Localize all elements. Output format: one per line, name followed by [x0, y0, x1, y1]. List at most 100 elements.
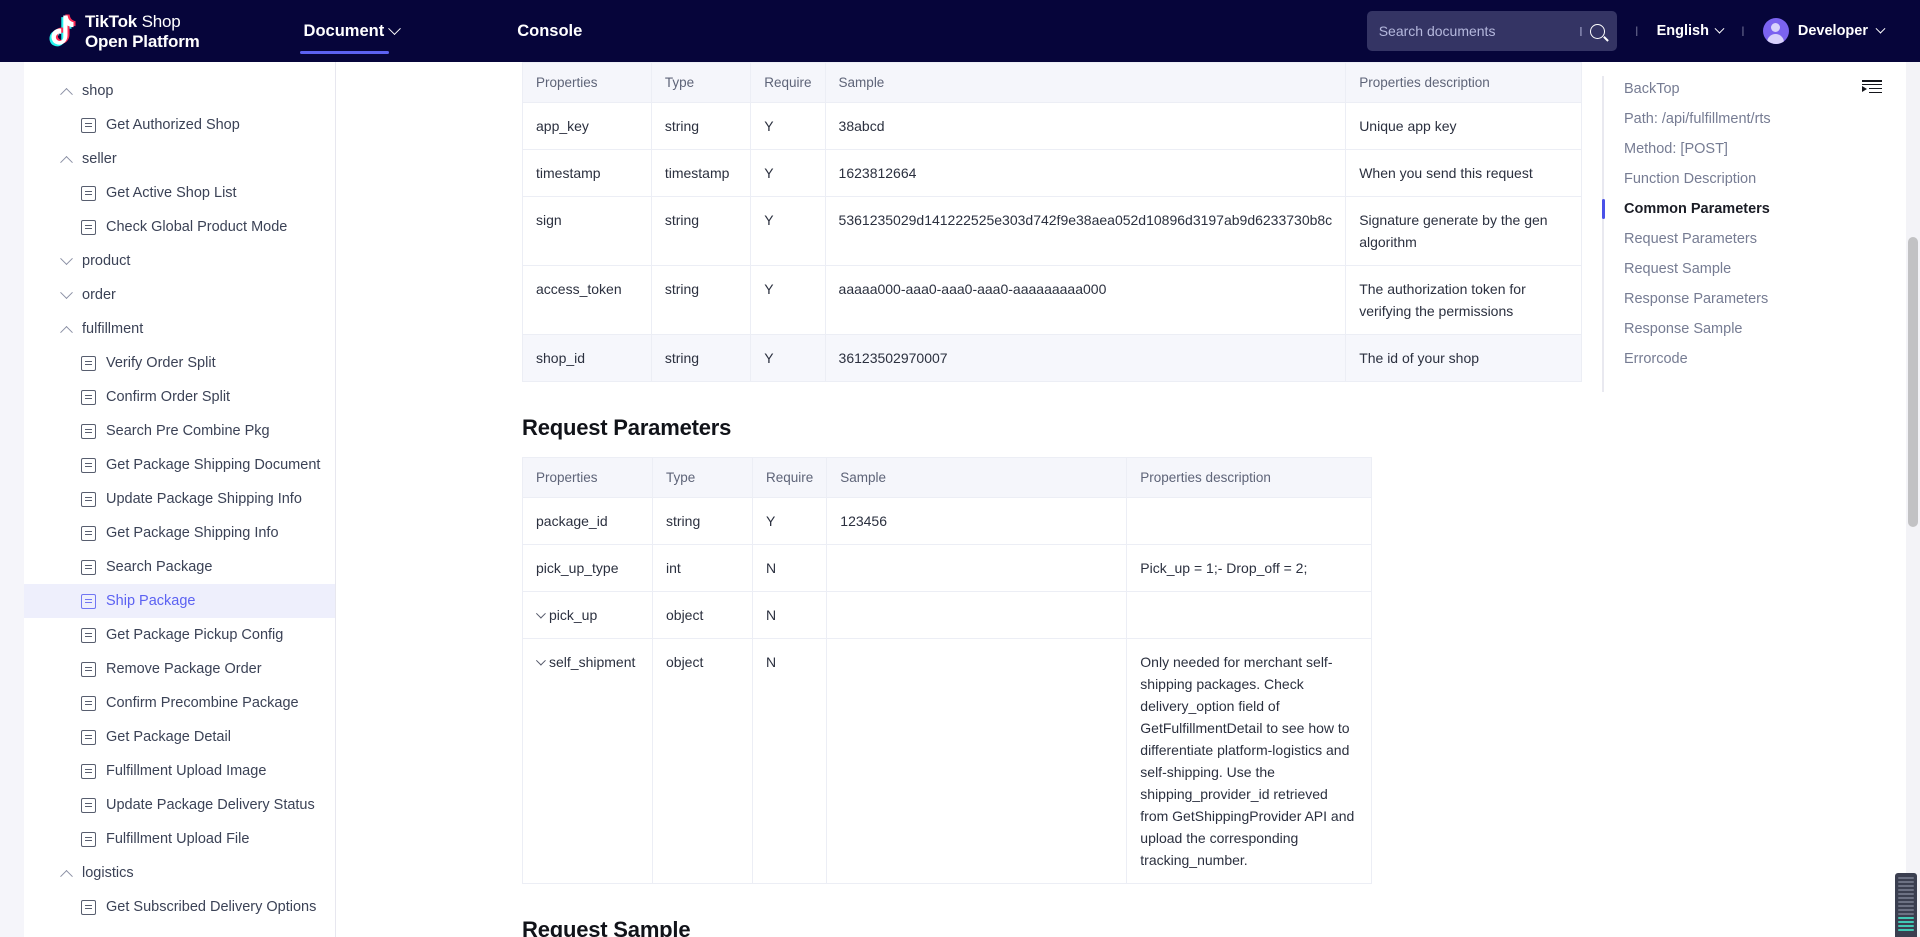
sidebar-item-label: Ship Package	[106, 593, 196, 609]
cell-require: Y	[750, 102, 826, 150]
sidebar-item-remove-package-order[interactable]: Remove Package Order	[24, 652, 335, 686]
nav-tab-document-label: Document	[303, 21, 385, 40]
sidebar-item-get-package-pickup-config[interactable]: Get Package Pickup Config	[24, 618, 335, 652]
document-icon	[81, 117, 96, 133]
toc-item-request-sample[interactable]: Request Sample	[1582, 254, 1920, 284]
sidebar-group-shop[interactable]: shop	[24, 74, 335, 108]
cell-description: The authorization token for verifying th…	[1345, 265, 1582, 335]
cell-sample: 1623812664	[824, 149, 1347, 197]
cell-require: N	[751, 638, 828, 884]
nav-tab-console[interactable]: Console	[513, 0, 586, 62]
sidebar-item-label: Get Authorized Shop	[106, 117, 240, 133]
sidebar-item-label: Remove Package Order	[106, 661, 262, 677]
nav-tab-document[interactable]: Document	[299, 0, 404, 62]
cell-type: int	[652, 544, 753, 592]
page-scrollbar-thumb[interactable]	[1908, 237, 1918, 527]
table-row: pick_up_type int N Pick_up = 1;- Drop_off =…	[522, 544, 1373, 592]
brand-line1-bold: TikTok	[85, 11, 138, 31]
sidebar-item-update-package-shipping-info[interactable]: Update Package Shipping Info	[24, 482, 335, 516]
sidebar-item-search-pre-combine-pkg[interactable]: Search Pre Combine Pkg	[24, 414, 335, 448]
sidebar-item-get-package-detail[interactable]: Get Package Detail	[24, 720, 335, 754]
separator-2: I	[1740, 23, 1745, 39]
sidebar-item-get-authorized-shop[interactable]: Get Authorized Shop	[24, 108, 335, 142]
cell-description: Signature generate by the gen algorithm	[1345, 196, 1582, 266]
search-icon[interactable]	[1589, 23, 1605, 39]
sidebar-group-logistics[interactable]: logistics	[24, 856, 335, 890]
sidebar-group-fulfillment[interactable]: fulfillment	[24, 312, 335, 346]
brand-name: TikTok Shop Open Platform	[85, 13, 200, 50]
sidebar-item-label: Get Active Shop List	[106, 185, 237, 201]
sidebar-item-get-package-shipping-document[interactable]: Get Package Shipping Document	[24, 448, 335, 482]
sidebar-item-ship-package[interactable]: Ship Package	[24, 584, 335, 618]
cell-type: string	[650, 265, 752, 335]
cell-properties: shop_id	[522, 334, 652, 382]
cell-description	[1126, 497, 1373, 545]
cell-description	[1126, 591, 1373, 639]
chevron-down-icon[interactable]	[535, 655, 546, 666]
toc-item-label: Path: /api/fulfillment/rts	[1624, 111, 1771, 127]
toc-item-label: Function Description	[1624, 171, 1757, 187]
code-minimap[interactable]	[1895, 873, 1917, 937]
sidebar-item-label: Update Package Shipping Info	[106, 491, 302, 507]
brand-line1-light: Shop	[141, 11, 181, 31]
page-scrollbar-track[interactable]	[1906, 62, 1920, 937]
cell-properties: pick_up	[522, 591, 653, 639]
nav-tab-console-label: Console	[517, 21, 583, 40]
sidebar-group-order[interactable]: order	[24, 278, 335, 312]
brand-line2: Open Platform	[85, 31, 200, 51]
toc-item-request-parameters[interactable]: Request Parameters	[1582, 224, 1920, 254]
column-header-require: Require	[751, 457, 828, 498]
sidebar-group-product[interactable]: product	[24, 244, 335, 278]
toc-item-response-parameters[interactable]: Response Parameters	[1582, 284, 1920, 314]
toc-item-method-post[interactable]: Method: [POST]	[1582, 134, 1920, 164]
table-row: self_shipment object N Only needed for merc…	[522, 638, 1373, 884]
sidebar-item-label: Get Package Shipping Document	[106, 457, 321, 473]
sidebar-item-get-subscribed-delivery-options[interactable]: Get Subscribed Delivery Options	[24, 890, 335, 924]
column-header-properties: Properties	[522, 62, 652, 103]
sidebar-item-search-package[interactable]: Search Package	[24, 550, 335, 584]
toc-item-label: Request Parameters	[1624, 231, 1757, 247]
toc-item-path-api-fulfillment-rts[interactable]: Path: /api/fulfillment/rts	[1582, 104, 1920, 134]
toc-item-backtop[interactable]: BackTop	[1582, 74, 1920, 104]
sidebar-item-label: Verify Order Split	[106, 355, 216, 371]
toc-item-response-sample[interactable]: Response Sample	[1582, 314, 1920, 344]
toc-item-errorcode[interactable]: Errorcode	[1582, 344, 1920, 374]
user-menu[interactable]: Developer	[1762, 18, 1886, 44]
sidebar-item-check-global-product-mode[interactable]: Check Global Product Mode	[24, 210, 335, 244]
cell-description: When you send this request	[1345, 149, 1582, 197]
search-box[interactable]: Search documents I	[1366, 11, 1617, 51]
header-nav: Document Console	[299, 0, 587, 62]
sidebar-item-fulfillment-upload-image[interactable]: Fulfillment Upload Image	[24, 754, 335, 788]
cell-sample: 123456	[826, 497, 1128, 545]
sidebar-item-confirm-precombine-package[interactable]: Confirm Precombine Package	[24, 686, 335, 720]
toc-item-common-parameters[interactable]: Common Parameters	[1582, 194, 1920, 224]
sidebar-group-label: logistics	[82, 865, 134, 881]
cell-properties: sign	[522, 196, 652, 266]
sidebar-item-confirm-order-split[interactable]: Confirm Order Split	[24, 380, 335, 414]
language-label: English	[1656, 23, 1709, 39]
search-input-placeholder[interactable]: Search documents	[1379, 23, 1579, 39]
toc-item-function-description[interactable]: Function Description	[1582, 164, 1920, 194]
brand-logo[interactable]: TikTok Shop Open Platform	[42, 13, 200, 50]
cell-sample	[826, 591, 1128, 639]
table-header-row: Properties Type Require Sample Properties de…	[522, 62, 1582, 103]
sidebar-item-label: Get Package Detail	[106, 729, 231, 745]
sidebar-item-get-package-shipping-info[interactable]: Get Package Shipping Info	[24, 516, 335, 550]
column-header-type: Type	[650, 62, 752, 103]
document-icon	[81, 797, 96, 813]
toc-item-label: Request Sample	[1624, 261, 1732, 277]
sidebar-group-label: seller	[82, 151, 117, 167]
cell-properties-label: pick_up	[549, 607, 598, 623]
sidebar-item-get-active-shop-list[interactable]: Get Active Shop List	[24, 176, 335, 210]
sidebar-item-label: Get Package Pickup Config	[106, 627, 284, 643]
chevron-up-icon	[60, 155, 73, 169]
sidebar-item-verify-order-split[interactable]: Verify Order Split	[24, 346, 335, 380]
document-icon	[81, 661, 96, 677]
sidebar-group-seller[interactable]: seller	[24, 142, 335, 176]
language-selector[interactable]: English	[1656, 23, 1725, 39]
chevron-down-icon[interactable]	[535, 608, 546, 619]
sidebar-item-update-package-delivery-status[interactable]: Update Package Delivery Status	[24, 788, 335, 822]
sidebar-item-fulfillment-upload-file[interactable]: Fulfillment Upload File	[24, 822, 335, 856]
top-header: TikTok Shop Open Platform Document Conso…	[0, 0, 1920, 62]
column-header-sample: Sample	[826, 457, 1128, 498]
